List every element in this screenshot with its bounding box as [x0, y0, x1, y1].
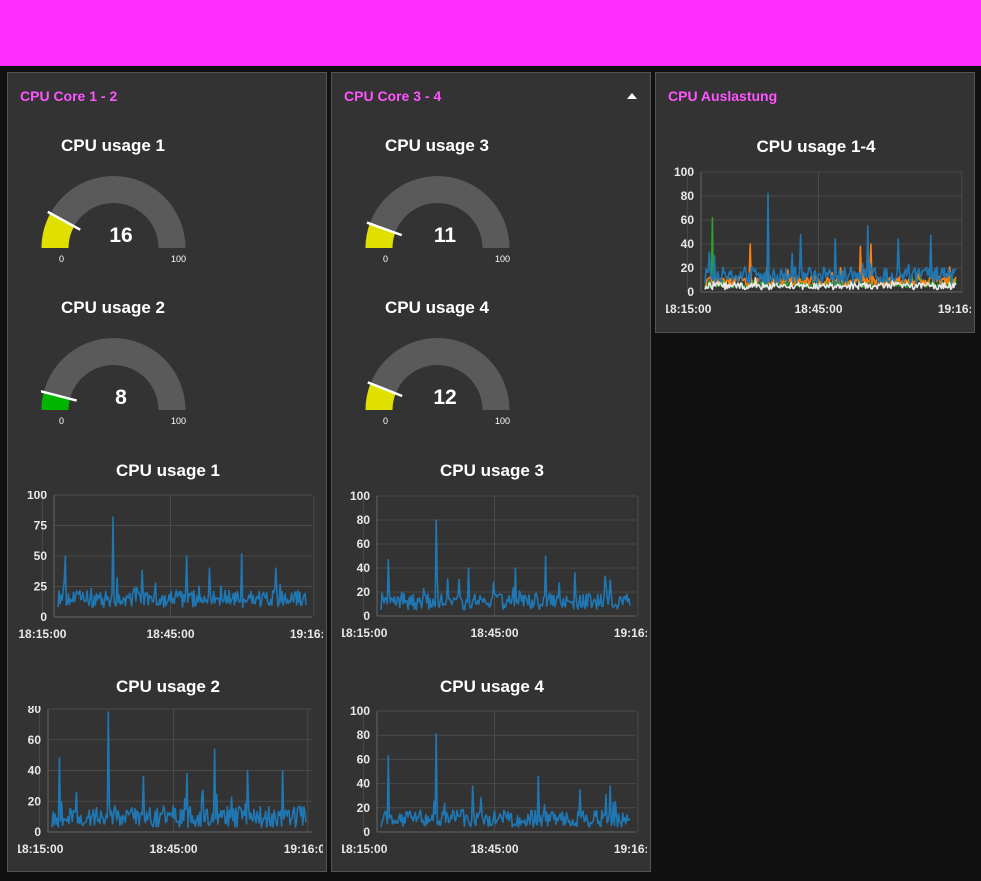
gauge-value: 16 — [109, 224, 133, 247]
y-tick-label: 0 — [363, 609, 370, 623]
x-tick-label: 18:45:00 — [470, 626, 518, 640]
gauge-max-label: 100 — [495, 416, 511, 426]
series-line — [51, 711, 307, 829]
series-line — [57, 516, 307, 608]
x-tick-label: 19:16:00 — [938, 302, 971, 316]
x-tick-label: 19:16:00 — [284, 842, 323, 856]
chart-title: CPU usage 3 — [440, 461, 544, 480]
y-tick-label: 60 — [357, 537, 371, 551]
y-tick-label: 100 — [350, 706, 370, 718]
series-line — [704, 192, 957, 285]
gauge-title: CPU usage 2 — [61, 298, 165, 317]
x-tick-label: 18:45:00 — [470, 842, 518, 856]
chart-cpu-usage-1: 0 25 50 75 100 18:15:00 18:45:00 19:16:00 — [18, 491, 323, 641]
y-tick-label: 60 — [28, 733, 42, 747]
y-tick-label: 0 — [687, 285, 694, 299]
gauge-min-label: 0 — [59, 416, 65, 426]
group-cpu-core-1-2: CPU Core 1 - 2 CPU usage 1 16 0 100 CPU us… — [7, 72, 327, 872]
chart-cpu-usage-4: 0 20 40 60 80 100 18:15:00 18:45:00 19:16:00 — [342, 706, 647, 856]
gauge-max-label: 100 — [171, 416, 187, 426]
caret-up-icon[interactable] — [627, 93, 637, 99]
gauge-min-label: 0 — [383, 416, 389, 426]
series-line — [380, 519, 631, 611]
gauge-min-label: 0 — [59, 254, 65, 264]
chart-title: CPU usage 4 — [440, 677, 544, 696]
x-tick-label: 18:45:00 — [794, 302, 842, 316]
x-tick-label: 18:15:00 — [18, 627, 66, 641]
series-line — [380, 733, 631, 828]
y-tick-label: 40 — [681, 237, 695, 251]
y-tick-label: 100 — [27, 491, 47, 502]
x-tick-label: 19:16:00 — [614, 626, 647, 640]
x-tick-label: 18:45:00 — [150, 842, 198, 856]
gauge-cpu-usage-2: 8 0 100 — [41, 338, 186, 426]
y-tick-label: 75 — [34, 519, 48, 533]
y-tick-label: 0 — [363, 825, 370, 839]
gauge-title: CPU usage 3 — [385, 136, 489, 155]
gauge-value: 12 — [433, 386, 457, 409]
y-tick-label: 20 — [357, 801, 371, 815]
x-tick-label: 19:16:00 — [290, 627, 323, 641]
group-title: CPU Core 3 - 4 — [344, 88, 442, 104]
y-tick-label: 20 — [357, 585, 371, 599]
y-tick-label: 100 — [350, 491, 370, 503]
gauge-title: CPU usage 1 — [61, 136, 165, 155]
y-tick-label: 20 — [28, 794, 42, 808]
y-tick-label: 20 — [681, 261, 695, 275]
y-tick-label: 60 — [357, 752, 371, 766]
gauge-cpu-usage-4: 12 0 100 — [365, 338, 510, 426]
y-tick-label: 40 — [357, 561, 371, 575]
gauge-value: 11 — [433, 224, 457, 247]
x-tick-label: 18:15:00 — [666, 302, 712, 316]
gauge-max-label: 100 — [171, 254, 187, 264]
chart-cpu-usage-2: 0 20 40 60 80 18:15:00 18:45:00 19:16:00 — [18, 706, 323, 856]
chart-cpu-usage-1-4: 0 20 40 60 80 100 18:15:00 18:45:00 19:16:00 — [666, 167, 971, 316]
top-header-bar — [0, 0, 981, 66]
chart-cpu-usage-3: 0 20 40 60 80 100 18:15:00 18:45:00 19:16:00 — [342, 491, 647, 640]
y-tick-label: 100 — [674, 167, 694, 179]
y-tick-label: 0 — [34, 825, 41, 839]
y-tick-label: 80 — [357, 513, 371, 527]
group-cpu-core-3-4: CPU Core 3 - 4 CPU usage 3 11 0 100 CPU us… — [331, 72, 651, 872]
chart-title: CPU usage 1 — [116, 461, 220, 480]
y-tick-label: 80 — [681, 189, 695, 203]
gauge-title: CPU usage 4 — [385, 298, 489, 317]
gauge-cpu-usage-3: 11 0 100 — [365, 176, 510, 264]
y-tick-label: 50 — [34, 549, 48, 563]
x-tick-label: 18:45:00 — [146, 627, 194, 641]
group-title: CPU Auslastung — [668, 88, 778, 104]
gauge-min-label: 0 — [383, 254, 389, 264]
x-tick-label: 18:15:00 — [18, 842, 64, 856]
y-tick-label: 40 — [357, 777, 371, 791]
gauge-max-label: 100 — [495, 254, 511, 264]
gauge-value: 8 — [115, 386, 127, 409]
x-tick-label: 18:15:00 — [342, 626, 388, 640]
chart-title: CPU usage 1-4 — [756, 137, 876, 156]
x-tick-label: 18:15:00 — [342, 842, 388, 856]
gauge-cpu-usage-1: 16 0 100 — [41, 176, 186, 264]
y-tick-label: 25 — [34, 580, 48, 594]
y-tick-label: 40 — [28, 764, 42, 778]
y-tick-label: 0 — [40, 610, 47, 624]
group-title: CPU Core 1 - 2 — [20, 88, 118, 104]
chart-title: CPU usage 2 — [116, 677, 220, 696]
y-tick-label: 80 — [28, 706, 42, 716]
y-tick-label: 60 — [681, 213, 695, 227]
group-cpu-auslastung: CPU Auslastung CPU usage 1-4 0 20 40 60 80 10… — [655, 72, 975, 333]
y-tick-label: 80 — [357, 728, 371, 742]
x-tick-label: 19:16:00 — [614, 842, 647, 856]
